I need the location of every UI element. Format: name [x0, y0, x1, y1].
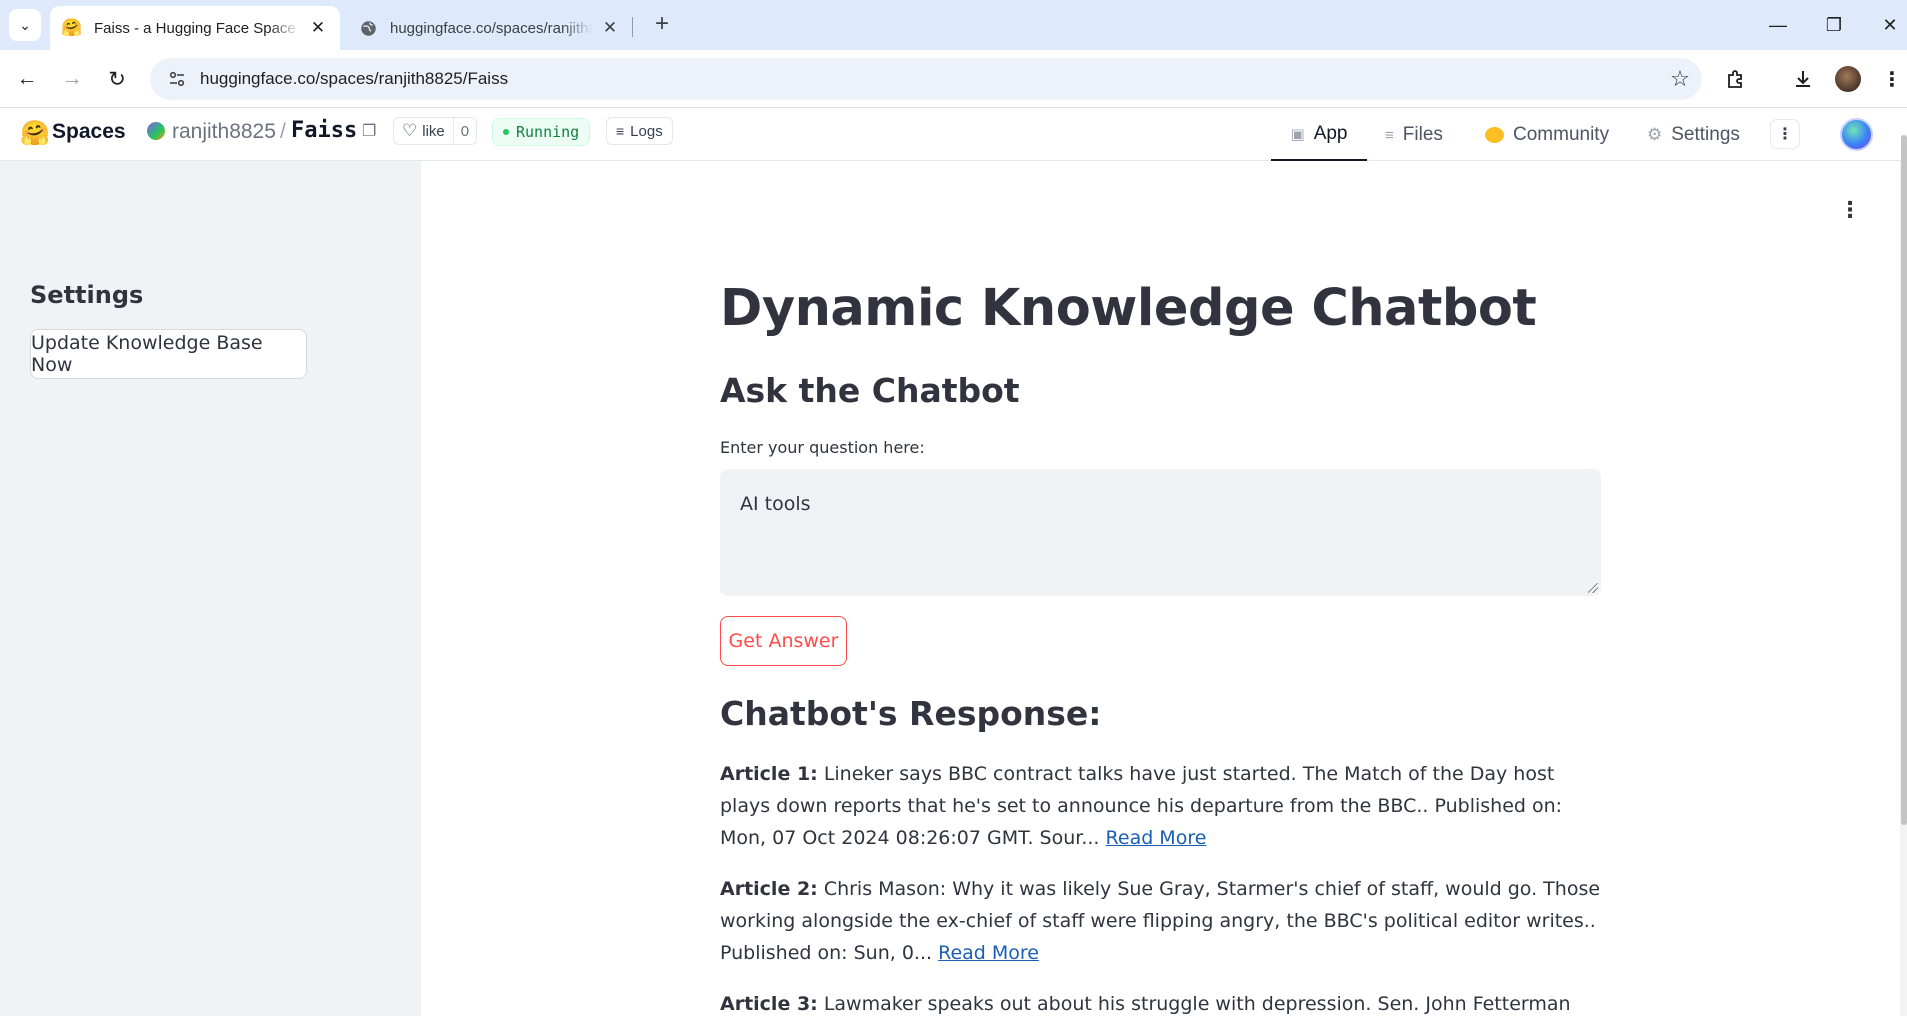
- browser-toolbar: ← → ↻ huggingface.co/spaces/ranjith8825/…: [0, 50, 1907, 108]
- tab-title: huggingface.co/spaces/ranjith8825/Faiss: [390, 19, 592, 37]
- window-close-button[interactable]: ✕: [1862, 0, 1907, 50]
- article-label: Article 2:: [720, 878, 818, 900]
- download-icon[interactable]: [1786, 62, 1820, 96]
- article-label: Article 3:: [720, 993, 818, 1015]
- forward-button[interactable]: →: [55, 62, 89, 96]
- get-answer-button[interactable]: Get Answer: [720, 616, 847, 666]
- article-item: Article 2: Chris Mason: Why it was likel…: [720, 873, 1601, 969]
- globe-icon: [358, 18, 378, 38]
- question-input-value: AI tools: [740, 493, 811, 515]
- app-main: ⋮ Dynamic Knowledge Chatbot Ask the Chat…: [421, 161, 1900, 1016]
- app-sidebar: Settings Update Knowledge Base Now: [0, 161, 421, 1016]
- tab-files-label: Files: [1402, 124, 1443, 145]
- close-icon[interactable]: ✕: [308, 18, 328, 38]
- bookmark-star-icon[interactable]: ☆: [1658, 66, 1702, 92]
- tab-files[interactable]: ≡ Files: [1385, 109, 1443, 161]
- more-options-button[interactable]: ⋮: [1770, 119, 1800, 149]
- tab-app[interactable]: ▣ App: [1271, 109, 1367, 161]
- repo-name-link[interactable]: Faiss: [291, 118, 357, 143]
- files-icon: ≡: [1385, 126, 1394, 144]
- page-title: Dynamic Knowledge Chatbot: [720, 279, 1537, 338]
- like-label: like: [422, 122, 445, 140]
- app-menu-icon[interactable]: ⋮: [1839, 195, 1861, 225]
- hugging-face-icon: 🤗: [61, 18, 83, 37]
- extensions-icon[interactable]: [1719, 62, 1753, 96]
- read-more-link[interactable]: Read More: [1106, 827, 1207, 849]
- hugging-face-logo-icon[interactable]: 🤗: [20, 119, 50, 148]
- tab-search-button[interactable]: ⌄: [9, 9, 41, 41]
- browser-menu-icon[interactable]: ⋮: [1875, 62, 1907, 96]
- page-scrollbar-thumb[interactable]: [1901, 135, 1907, 825]
- article-text: Chris Mason: Why it was likely Sue Gray,…: [720, 878, 1601, 964]
- browser-tab-bar: ⌄ 🤗 Faiss - a Hugging Face Space by ranj…: [0, 0, 1907, 50]
- article-item: Article 3: Lawmaker speaks out about his…: [720, 988, 1601, 1016]
- spaces-link[interactable]: Spaces: [52, 120, 126, 144]
- resize-handle-icon[interactable]: [1588, 583, 1598, 593]
- user-avatar[interactable]: [1840, 118, 1873, 151]
- url-text[interactable]: huggingface.co/spaces/ranjith8825/Faiss: [200, 69, 1658, 89]
- browser-profile-avatar[interactable]: [1835, 66, 1861, 92]
- tab-community[interactable]: Community: [1485, 109, 1609, 161]
- logs-button[interactable]: ≡ Logs: [606, 117, 673, 145]
- new-tab-button[interactable]: +: [648, 10, 676, 38]
- address-bar[interactable]: huggingface.co/spaces/ranjith8825/Faiss …: [150, 58, 1702, 100]
- cube-icon: ▣: [1290, 126, 1305, 143]
- like-button[interactable]: ♡ like 0: [393, 117, 478, 145]
- like-count: 0: [460, 122, 470, 140]
- update-knowledge-base-button[interactable]: Update Knowledge Base Now: [30, 329, 307, 379]
- status-badge: Running: [492, 118, 591, 146]
- heart-icon: ♡: [402, 121, 418, 140]
- owner-avatar: [147, 122, 165, 140]
- article-label: Article 1:: [720, 763, 818, 785]
- tab-app-label: App: [1313, 123, 1348, 144]
- hf-header: 🤗 Spaces ranjith8825 / Faiss ❐ ♡ like 0 …: [0, 109, 1907, 161]
- copy-icon[interactable]: ❐: [362, 121, 376, 141]
- tab-settings-label: Settings: [1671, 124, 1740, 145]
- site-info-icon[interactable]: [156, 70, 198, 88]
- tab-title: Faiss - a Hugging Face Space by ranjith8…: [94, 19, 300, 37]
- article-text: Lawmaker speaks out about his struggle w…: [823, 993, 1571, 1015]
- tab-separator: [632, 17, 633, 37]
- sidebar-title: Settings: [30, 281, 144, 309]
- logs-icon: ≡: [616, 123, 625, 139]
- status-dot-icon: [503, 129, 509, 135]
- chevron-down-icon: ⌄: [19, 16, 31, 33]
- tab-community-label: Community: [1513, 124, 1610, 145]
- read-more-link[interactable]: Read More: [938, 942, 1039, 964]
- back-button[interactable]: ←: [10, 62, 44, 96]
- tab-faiss-space[interactable]: 🤗 Faiss - a Hugging Face Space by ranjit…: [50, 6, 340, 50]
- minimize-button[interactable]: —: [1750, 0, 1806, 50]
- close-icon[interactable]: ✕: [600, 18, 620, 38]
- reload-button[interactable]: ↻: [100, 62, 134, 96]
- owner-link[interactable]: ranjith8825: [172, 120, 276, 144]
- gear-icon: ⚙: [1647, 125, 1663, 144]
- path-separator: /: [280, 120, 286, 143]
- tab-huggingface-url[interactable]: huggingface.co/spaces/ranjith8825/Faiss …: [346, 6, 632, 50]
- status-text: Running: [516, 123, 580, 141]
- question-input[interactable]: AI tools: [720, 469, 1601, 596]
- response-heading: Chatbot's Response:: [720, 694, 1102, 733]
- logs-label: Logs: [630, 122, 663, 140]
- question-input-label: Enter your question here:: [720, 438, 925, 457]
- article-item: Article 1: Lineker says BBC contract tal…: [720, 758, 1601, 854]
- section-heading: Ask the Chatbot: [720, 371, 1020, 410]
- community-icon: [1485, 127, 1504, 143]
- tab-settings[interactable]: ⚙ Settings: [1647, 109, 1740, 161]
- restore-button[interactable]: ❐: [1806, 0, 1862, 50]
